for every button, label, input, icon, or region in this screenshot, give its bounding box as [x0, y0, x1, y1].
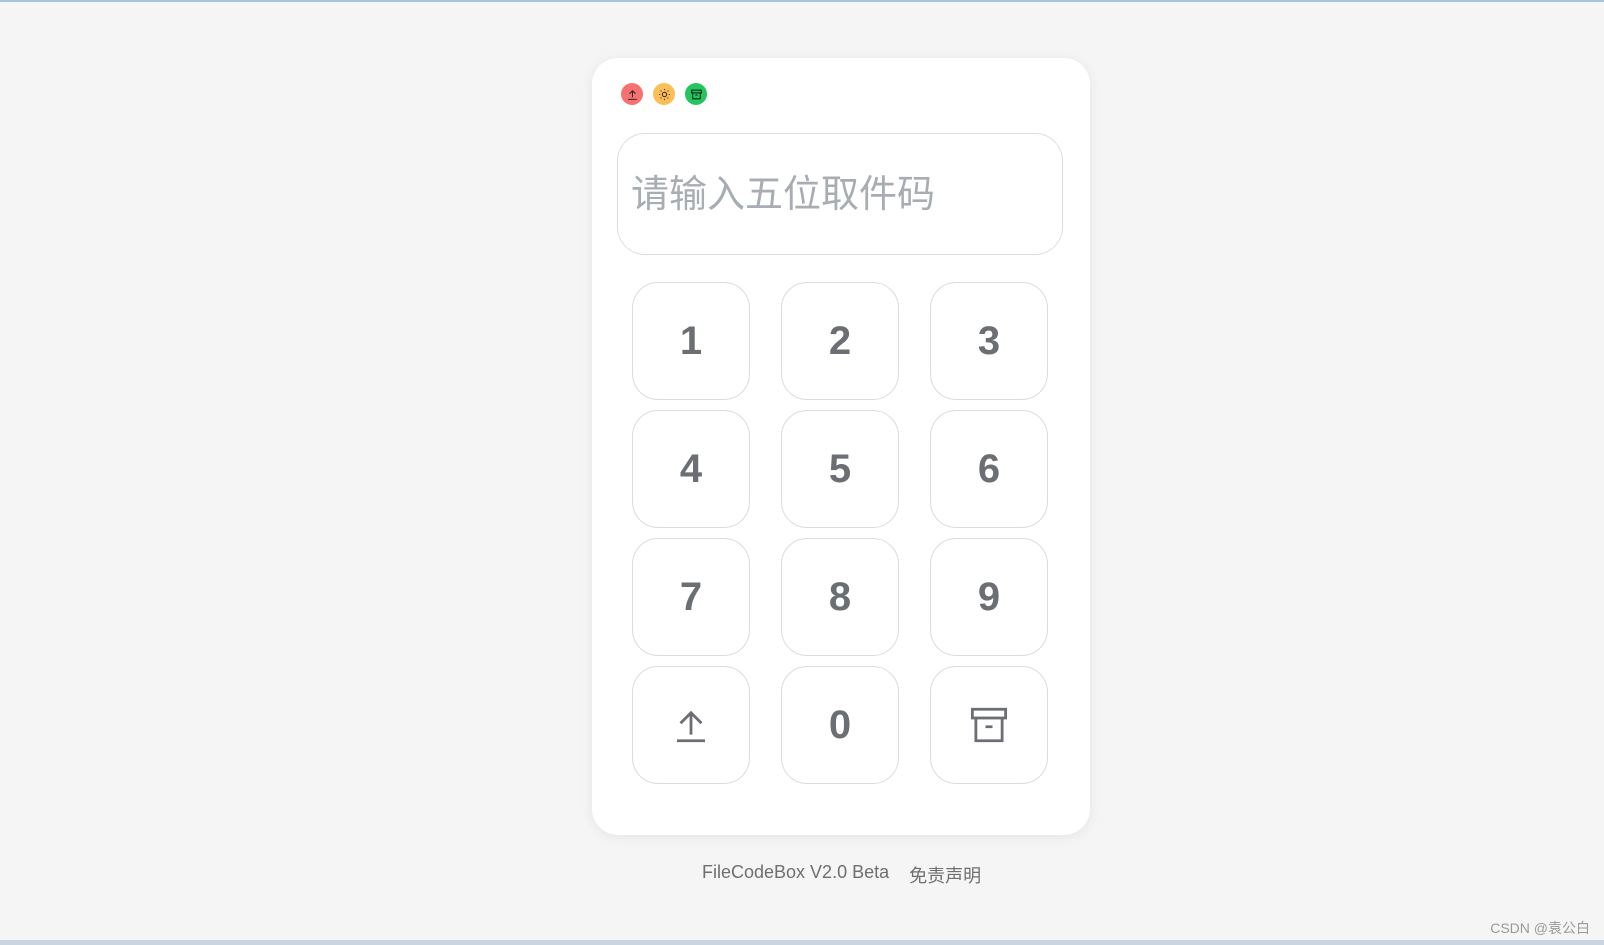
- window-bottom-border: [0, 940, 1604, 945]
- disclaimer-link[interactable]: 免责声明: [909, 862, 981, 888]
- sun-icon: [658, 88, 670, 100]
- key-8[interactable]: 8: [781, 538, 899, 656]
- upload-icon: [677, 710, 705, 743]
- key-4[interactable]: 4: [632, 410, 750, 528]
- archive-key[interactable]: [930, 666, 1048, 784]
- footer: FileCodeBox V2.0 Beta 免责声明: [702, 862, 981, 888]
- key-5[interactable]: 5: [781, 410, 899, 528]
- watermark: CSDN @袁公白: [1490, 920, 1590, 936]
- key-3[interactable]: 3: [930, 282, 1048, 400]
- window-top-border: [0, 0, 1604, 2]
- key-1[interactable]: 1: [632, 282, 750, 400]
- theme-dot-button[interactable]: [653, 83, 675, 105]
- archive-icon: [690, 89, 702, 99]
- archive-dot-button[interactable]: [685, 83, 707, 105]
- pickup-code-input[interactable]: [617, 133, 1063, 255]
- key-6[interactable]: 6: [930, 410, 1048, 528]
- upload-icon: [627, 89, 637, 100]
- key-9[interactable]: 9: [930, 538, 1048, 656]
- key-2[interactable]: 2: [781, 282, 899, 400]
- key-0[interactable]: 0: [781, 666, 899, 784]
- archive-icon: [970, 707, 1008, 743]
- retrieve-card: 1 2 3 4 5 6 7 8 9 0: [592, 58, 1090, 835]
- upload-dot-button[interactable]: [621, 83, 643, 105]
- upload-key[interactable]: [632, 666, 750, 784]
- key-7[interactable]: 7: [632, 538, 750, 656]
- app-version-link[interactable]: FileCodeBox V2.0 Beta: [702, 862, 889, 888]
